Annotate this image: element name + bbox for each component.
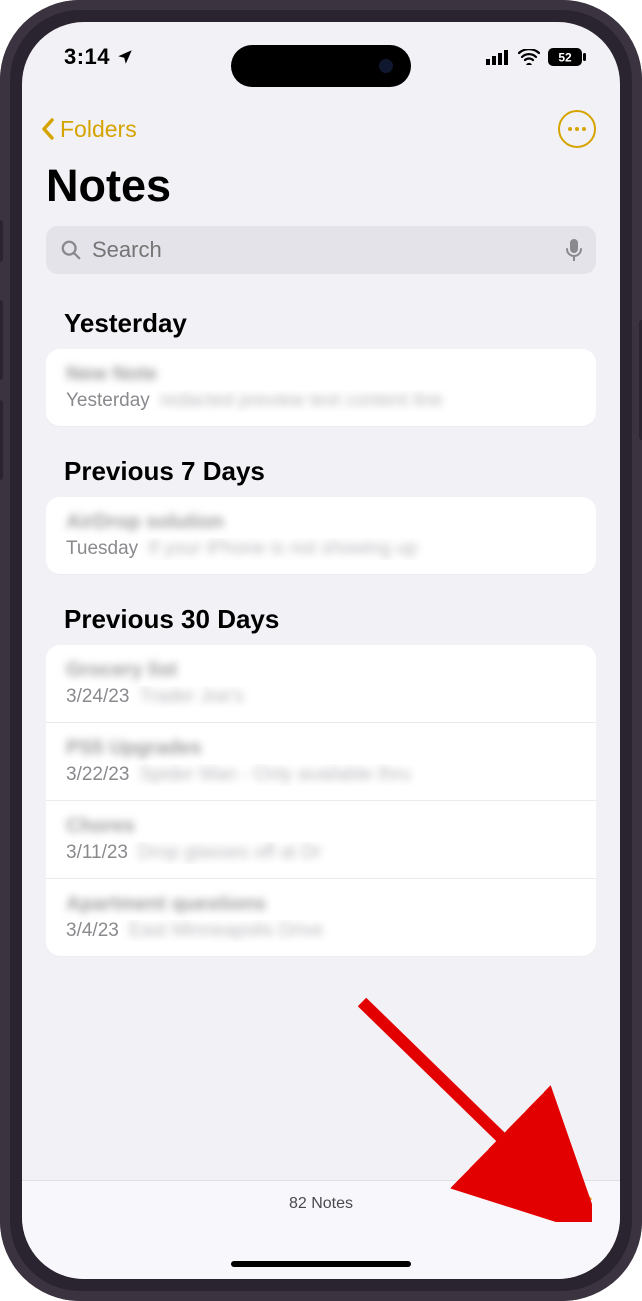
- note-title: New Note: [66, 363, 576, 386]
- device-frame: 3:14 52 Folders: [0, 0, 642, 1301]
- note-date: Yesterday: [66, 390, 150, 412]
- page-title: Notes: [22, 156, 620, 226]
- mic-icon[interactable]: [566, 239, 582, 261]
- compose-button[interactable]: [562, 1191, 594, 1228]
- note-date: 3/22/23: [66, 764, 129, 786]
- section-header: Previous 7 Days: [46, 450, 596, 497]
- notes-card: Grocery list 3/24/23 Trader Joe's PS5 Upgra…: [46, 645, 596, 956]
- note-subline: 3/22/23 Spider Man - Only available thru: [66, 764, 576, 786]
- location-icon: [116, 48, 134, 66]
- back-button[interactable]: Folders: [40, 116, 137, 143]
- search-input[interactable]: [90, 236, 558, 264]
- note-row[interactable]: PS5 Upgrades 3/22/23 Spider Man - Only ava…: [46, 722, 596, 800]
- nav-bar: Folders: [22, 92, 620, 156]
- note-title: AirDrop solution: [66, 511, 576, 534]
- status-left: 3:14: [64, 44, 134, 70]
- back-label: Folders: [60, 116, 137, 143]
- note-date: Tuesday: [66, 538, 138, 560]
- wifi-icon: [518, 49, 540, 65]
- section: Yesterday New Note Yesterday redacted previ…: [22, 302, 620, 426]
- chevron-left-icon: [40, 117, 56, 141]
- notes-card: New Note Yesterday redacted preview text c…: [46, 349, 596, 426]
- note-subline: 3/4/23 East Minneapolis Drive: [66, 920, 576, 942]
- search-icon: [60, 239, 82, 261]
- note-subline: Tuesday If your iPhone is not showing up: [66, 538, 576, 560]
- status-right: 52: [486, 48, 586, 66]
- notes-card: AirDrop solution Tuesday If your iPhone is…: [46, 497, 596, 574]
- note-row[interactable]: Chores 3/11/23 Drop glasses off at Dr: [46, 800, 596, 878]
- section-header: Previous 30 Days: [46, 598, 596, 645]
- status-time: 3:14: [64, 44, 110, 70]
- volume-down-button: [0, 400, 3, 480]
- search-field[interactable]: [46, 226, 596, 274]
- note-preview: If your iPhone is not showing up: [148, 538, 576, 560]
- note-subline: 3/24/23 Trader Joe's: [66, 686, 576, 708]
- section: Previous 7 Days AirDrop solution Tuesday If…: [22, 450, 620, 574]
- note-preview: Trader Joe's: [139, 686, 576, 708]
- note-title: PS5 Upgrades: [66, 737, 576, 760]
- note-date: 3/4/23: [66, 920, 119, 942]
- cellular-icon: [486, 49, 510, 65]
- note-title: Chores: [66, 815, 576, 838]
- note-title: Apartment questions: [66, 893, 576, 916]
- note-title: Grocery list: [66, 659, 576, 682]
- note-count: 82 Notes: [289, 1195, 353, 1213]
- note-subline: 3/11/23 Drop glasses off at Dr: [66, 842, 576, 864]
- section-header: Yesterday: [46, 302, 596, 349]
- note-preview: East Minneapolis Drive: [129, 920, 576, 942]
- note-row[interactable]: Apartment questions 3/4/23 East Minneapoli…: [46, 878, 596, 956]
- svg-text:52: 52: [558, 51, 572, 65]
- more-button[interactable]: [558, 110, 596, 148]
- note-preview: redacted preview text content line: [160, 390, 576, 412]
- battery-icon: 52: [548, 48, 586, 66]
- volume-up-button: [0, 300, 3, 380]
- note-row[interactable]: AirDrop solution Tuesday If your iPhone is…: [46, 497, 596, 574]
- dynamic-island: [231, 45, 411, 87]
- compose-icon: [562, 1191, 594, 1223]
- screen: 3:14 52 Folders: [22, 22, 620, 1279]
- note-row[interactable]: Grocery list 3/24/23 Trader Joe's: [46, 645, 596, 722]
- section: Previous 30 Days Grocery list 3/24/23 Trade…: [22, 598, 620, 956]
- note-preview: Drop glasses off at Dr: [138, 842, 576, 864]
- note-date: 3/11/23: [66, 842, 128, 864]
- home-indicator[interactable]: [231, 1261, 411, 1267]
- note-row[interactable]: New Note Yesterday redacted preview text c…: [46, 349, 596, 426]
- note-preview: Spider Man - Only available thru: [139, 764, 576, 786]
- note-date: 3/24/23: [66, 686, 129, 708]
- bottom-toolbar: 82 Notes: [22, 1180, 620, 1279]
- note-subline: Yesterday redacted preview text content l…: [66, 390, 576, 412]
- side-button: [0, 220, 3, 262]
- sections-container: Yesterday New Note Yesterday redacted previ…: [22, 302, 620, 980]
